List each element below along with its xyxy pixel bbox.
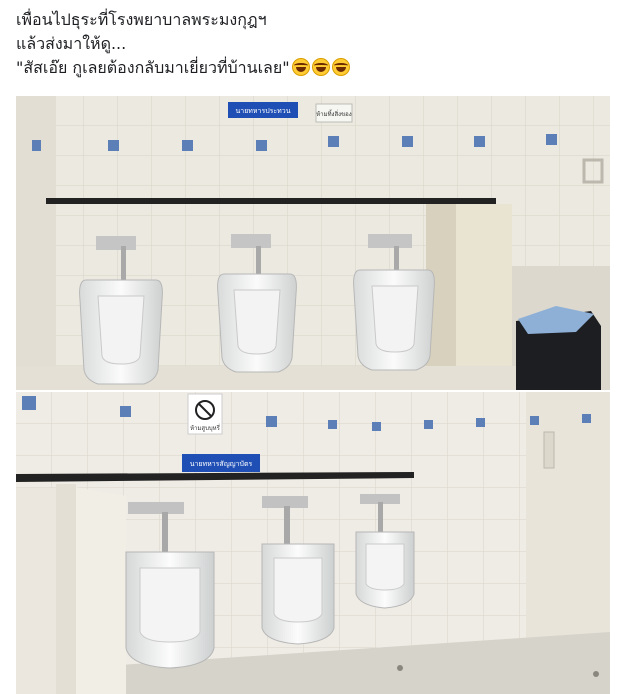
post-caption: เพื่อนไปธุระที่โรงพยาบาลพระมงกุฎฯ แล้วส่…: [16, 8, 606, 80]
sign-enlisted-text: นายทหารประทวน: [235, 107, 290, 115]
post-card: เพื่อนไปธุระที่โรงพยาบาลพระมงกุฎฯ แล้วส่…: [0, 0, 624, 694]
sign-officer-text: นายทหารสัญญาบัตร: [190, 460, 253, 468]
caption-line-1: เพื่อนไปธุระที่โรงพยาบาลพระมงกุฎฯ: [16, 10, 267, 29]
laughing-emoji-icon: [291, 58, 310, 76]
photo-top-enlisted-restroom[interactable]: นายทหารประทวน ห้ามทิ้งสิ่งของ: [16, 96, 610, 390]
caption-line-2: แล้วส่งมาให้ดู...: [16, 34, 127, 53]
caption-line-3-wrap: "สัสเอ๊ย กูเลยต้องกลับมาเยี่ยวที่บ้านเลย…: [16, 56, 606, 80]
laughing-emoji-icon: [331, 58, 350, 76]
photo-bottom-officer-restroom[interactable]: ห้ามสูบบุหรี่ นายทหารสัญญาบัตร: [16, 392, 610, 694]
photo-top-image: นายทหารประทวน ห้ามทิ้งสิ่งของ: [16, 96, 610, 390]
laughing-emoji-icon: [311, 58, 330, 76]
photo-bottom-image: ห้ามสูบบุหรี่ นายทหารสัญญาบัตร: [16, 392, 610, 694]
caption-line-3: "สัสเอ๊ย กูเลยต้องกลับมาเยี่ยวที่บ้านเลย…: [16, 58, 290, 77]
no-smoking-text: ห้ามสูบบุหรี่: [190, 424, 221, 432]
